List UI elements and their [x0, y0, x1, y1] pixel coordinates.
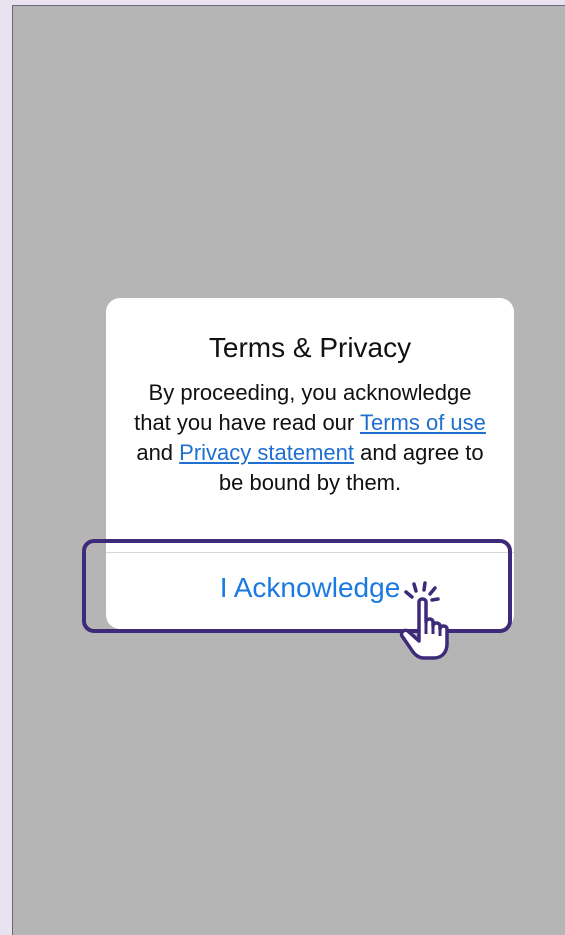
privacy-statement-link[interactable]: Privacy statement — [179, 440, 354, 465]
acknowledge-button-label: I Acknowledge — [219, 572, 401, 603]
message-and: and — [136, 440, 180, 465]
dialog-title: Terms & Privacy — [208, 332, 412, 363]
terms-privacy-dialog: Terms & Privacy By proceeding, you ackno… — [106, 298, 514, 629]
terms-of-use-link[interactable]: Terms of use — [360, 410, 486, 435]
app-screen: Terms & Privacy By proceeding, you ackno… — [12, 5, 565, 935]
acknowledge-button[interactable]: I Acknowledge — [106, 553, 514, 629]
dialog-message: By proceeding, you acknowledge that you … — [128, 378, 492, 498]
